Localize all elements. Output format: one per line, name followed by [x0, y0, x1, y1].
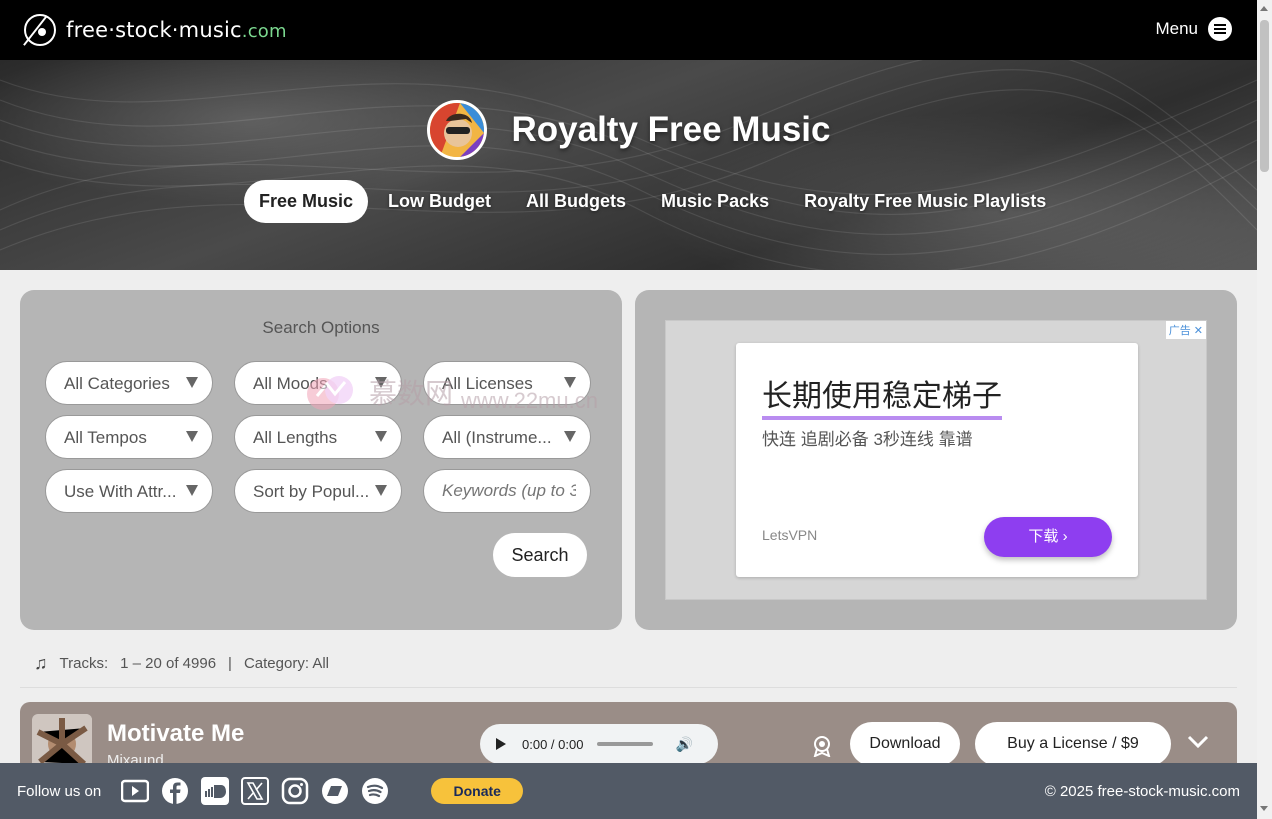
- moods-select-value: All Moods: [253, 374, 328, 393]
- licenses-select-value: All Licenses: [442, 374, 533, 393]
- instrumental-select[interactable]: All (Instrume...: [423, 415, 591, 459]
- logo-text: free·stock·music.com: [66, 18, 287, 42]
- close-icon: ✕: [1193, 325, 1203, 337]
- scroll-up-arrow-icon[interactable]: [1260, 6, 1268, 11]
- scroll-down-arrow-icon[interactable]: [1260, 806, 1268, 811]
- ad-choices-badge[interactable]: 广告 ✕: [1165, 321, 1206, 339]
- tab-free-music[interactable]: Free Music: [244, 180, 369, 223]
- scrollbar-thumb[interactable]: [1260, 20, 1269, 172]
- search-button[interactable]: Search: [493, 533, 587, 577]
- hero-banner: Royalty Free Music Free Music Low Budget…: [0, 60, 1257, 270]
- menu-label: Menu: [1155, 19, 1198, 38]
- chevron-down-icon[interactable]: [1187, 735, 1209, 749]
- sort-select[interactable]: Sort by Popul...: [234, 469, 402, 513]
- hero-tabs: Free Music Low Budget All Budgets Music …: [244, 180, 1066, 223]
- lengths-select-value: All Lengths: [253, 428, 338, 447]
- player-time: 0:00 / 0:00: [522, 736, 584, 752]
- ad-frame: 广告 ✕ 长期使用稳定梯子 快连 追剧必备 3秒连线 靠谱 LetsVPN 下载…: [665, 320, 1207, 600]
- page-title: Royalty Free Music: [511, 110, 831, 149]
- track-title[interactable]: Motivate Me: [107, 720, 244, 748]
- lengths-select[interactable]: All Lengths: [234, 415, 402, 459]
- keywords-input[interactable]: [423, 469, 591, 513]
- menu-button[interactable]: Menu: [1155, 17, 1232, 41]
- search-options-title: Search Options: [262, 318, 380, 337]
- tracks-separator: |: [228, 655, 232, 672]
- buy-license-button[interactable]: Buy a License / $9: [975, 722, 1171, 766]
- soundcloud-icon[interactable]: [201, 777, 230, 805]
- attribution-select-value: Use With Attr...: [64, 482, 177, 501]
- hero-waves-background: [0, 60, 1257, 270]
- attribution-select[interactable]: Use With Attr...: [45, 469, 213, 513]
- progress-bar[interactable]: [597, 742, 654, 746]
- ad-download-button[interactable]: 下载 ›: [984, 517, 1112, 557]
- divider: [20, 687, 1237, 688]
- logo-tld-text: .com: [241, 21, 287, 42]
- follow-us-label: Follow us on: [17, 782, 102, 800]
- tab-all-budgets[interactable]: All Budgets: [511, 180, 641, 223]
- ad-badge-label: 广告: [1168, 325, 1191, 337]
- hamburger-icon: [1208, 17, 1232, 41]
- volume-icon[interactable]: 🔊: [675, 736, 692, 753]
- sort-select-value: Sort by Popul...: [253, 482, 370, 501]
- tempos-select[interactable]: All Tempos: [45, 415, 213, 459]
- dropdown-arrow-icon: [564, 431, 576, 442]
- logo-mark-icon: [24, 14, 56, 46]
- chevron-right-icon: ›: [1062, 528, 1068, 545]
- tab-low-budget[interactable]: Low Budget: [373, 180, 506, 223]
- download-button[interactable]: Download: [850, 722, 960, 766]
- music-note-icon: ♫: [34, 653, 48, 673]
- audio-player: 0:00 / 0:00 🔊: [480, 724, 718, 764]
- spotify-icon[interactable]: [361, 777, 389, 805]
- categories-select[interactable]: All Categories: [45, 361, 213, 405]
- award-icon: [813, 736, 831, 757]
- tracks-category: Category: All: [243, 655, 329, 672]
- play-icon[interactable]: [492, 735, 510, 753]
- instrumental-select-value: All (Instrume...: [442, 428, 552, 447]
- ad-brand: LetsVPN: [762, 527, 818, 543]
- dropdown-arrow-icon: [186, 431, 198, 442]
- tab-music-packs[interactable]: Music Packs: [646, 180, 784, 223]
- facebook-icon[interactable]: [161, 777, 189, 805]
- footer-bar: Follow us on Donate © 2025 free-stock-mu…: [0, 763, 1257, 819]
- search-options-panel: Search Options All Categories All Moods …: [20, 290, 622, 630]
- tracks-label: Tracks:: [59, 655, 109, 672]
- dropdown-arrow-icon: [564, 377, 576, 388]
- dropdown-arrow-icon: [375, 377, 387, 388]
- donate-button[interactable]: Donate: [431, 778, 524, 804]
- tracks-summary: ♫ Tracks: 1 – 20 of 4996 | Category: All: [34, 653, 341, 674]
- categories-select-value: All Categories: [64, 374, 170, 393]
- top-navbar: free·stock·music.com Menu: [0, 0, 1257, 60]
- licenses-select[interactable]: All Licenses: [423, 361, 591, 405]
- youtube-icon[interactable]: [121, 777, 150, 805]
- avatar: [426, 100, 487, 160]
- dropdown-arrow-icon: [375, 431, 387, 442]
- logo-main-text: free·stock·music: [66, 18, 242, 42]
- site-logo[interactable]: free·stock·music.com: [24, 14, 287, 46]
- instagram-icon[interactable]: [281, 777, 309, 805]
- ad-subline: 快连 追剧必备 3秒连线 靠谱: [762, 430, 973, 449]
- ad-cta-label: 下载: [1028, 528, 1059, 545]
- tracks-range: 1 – 20 of 4996: [120, 655, 217, 672]
- bandcamp-icon[interactable]: [321, 777, 349, 805]
- tempos-select-value: All Tempos: [64, 428, 147, 447]
- copyright-text: © 2025 free-stock-music.com: [1044, 783, 1240, 800]
- dropdown-arrow-icon: [186, 377, 198, 388]
- page-scrollbar[interactable]: [1257, 0, 1272, 819]
- x-icon[interactable]: [241, 777, 270, 805]
- moods-select[interactable]: All Moods: [234, 361, 402, 405]
- ad-card[interactable]: 长期使用稳定梯子 快连 追剧必备 3秒连线 靠谱 LetsVPN 下载 ›: [736, 343, 1138, 577]
- ad-panel: 广告 ✕ 长期使用稳定梯子 快连 追剧必备 3秒连线 靠谱 LetsVPN 下载…: [635, 290, 1237, 630]
- dropdown-arrow-icon: [186, 485, 198, 496]
- ad-headline: 长期使用稳定梯子: [762, 371, 1002, 420]
- tab-playlists[interactable]: Royalty Free Music Playlists: [789, 180, 1061, 223]
- dropdown-arrow-icon: [375, 485, 387, 496]
